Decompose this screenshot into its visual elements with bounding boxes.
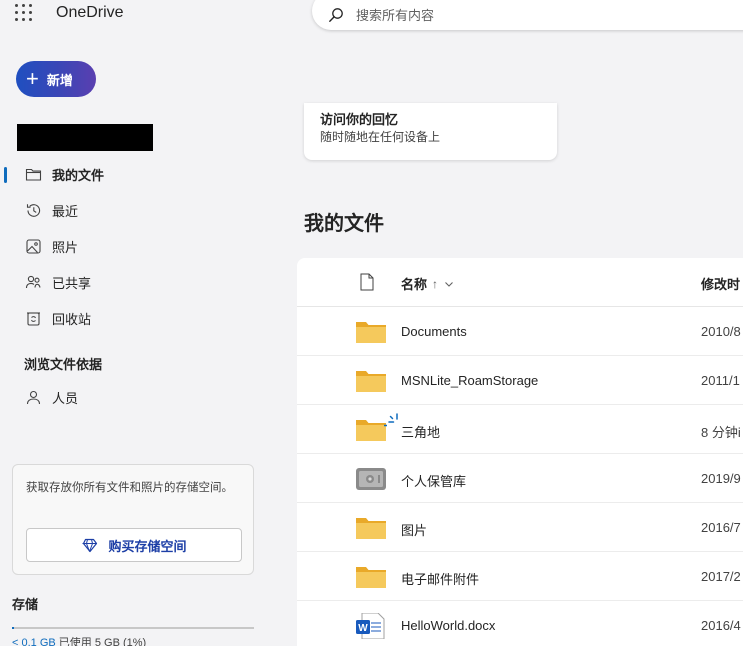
word-doc-icon: W bbox=[356, 613, 385, 639]
file-row[interactable]: 三角地 8 分钟i bbox=[297, 405, 743, 454]
folder-icon bbox=[356, 567, 386, 588]
app-launcher-icon[interactable] bbox=[15, 4, 33, 22]
column-header-modified[interactable]: 修改时 bbox=[701, 274, 740, 293]
file-modified: 2019/9 bbox=[701, 471, 741, 486]
file-modified: 2017/2 bbox=[701, 569, 741, 584]
storage-used-text[interactable]: < 0.1 GB 已使用 5 GB (1%) bbox=[12, 634, 146, 646]
file-modified: 2010/8 bbox=[701, 324, 741, 339]
folder-icon bbox=[356, 322, 386, 343]
file-modified: 2016/7 bbox=[701, 520, 741, 535]
browse-section-title: 浏览文件依据 bbox=[24, 357, 103, 372]
search-box[interactable] bbox=[312, 0, 743, 30]
new-button-label: 新增 bbox=[46, 72, 73, 88]
file-name[interactable]: Documents bbox=[401, 324, 467, 339]
file-list-header: 名称 ↑ 修改时 bbox=[297, 258, 743, 307]
new-button[interactable]: + 新增 bbox=[16, 61, 96, 97]
recycle-bin-icon bbox=[27, 311, 40, 326]
image-icon bbox=[26, 238, 41, 254]
vault-icon bbox=[356, 468, 386, 490]
page-title: 我的文件 bbox=[304, 213, 384, 235]
buy-storage-label: 购买存储空间 bbox=[108, 538, 187, 554]
storage-title: 存储 bbox=[12, 597, 39, 612]
file-modified: 8 分钟i bbox=[701, 425, 741, 440]
file-modified: 2011/1 bbox=[701, 373, 740, 388]
people-share-icon bbox=[25, 275, 41, 288]
file-modified: 2016/4 bbox=[701, 618, 741, 633]
folder-syncing-icon bbox=[356, 420, 387, 441]
plus-icon: + bbox=[26, 66, 39, 91]
diamond-icon bbox=[82, 538, 98, 552]
storage-promo-text: 获取存放你所有文件和照片的存储空间。 bbox=[26, 482, 233, 494]
folder-icon bbox=[356, 371, 386, 392]
memories-card[interactable]: 访问你的回忆 随时随地在任何设备上 bbox=[304, 103, 557, 160]
folder-icon bbox=[356, 518, 386, 539]
storage-promo-card: 获取存放你所有文件和照片的存储空间。 购买存储空间 bbox=[12, 464, 254, 575]
sidebar-item-label: 照片 bbox=[52, 239, 79, 255]
redacted-account-name bbox=[17, 124, 153, 151]
file-name[interactable]: 个人保管库 bbox=[401, 471, 466, 490]
storage-progress-bar bbox=[12, 627, 254, 629]
file-row[interactable]: Documents 2010/8 bbox=[297, 307, 743, 356]
svg-text:W: W bbox=[358, 623, 368, 634]
sidebar-item-label: 我的文件 bbox=[52, 167, 105, 183]
storage-used-total: 已使用 5 GB (1%) bbox=[58, 637, 147, 646]
file-name[interactable]: 图片 bbox=[401, 520, 427, 539]
sidebar-item-my-files[interactable]: 我的文件 bbox=[0, 156, 270, 192]
sidebar-item-label: 人员 bbox=[52, 390, 79, 406]
file-name[interactable]: HelloWorld.docx bbox=[401, 618, 495, 633]
sidebar-nav: 我的文件 最近 照片 已共享 回收站 bbox=[0, 156, 270, 336]
file-list: 名称 ↑ 修改时 Documents 2010/8 MSNLite_RoamSt… bbox=[297, 258, 743, 646]
file-row[interactable]: 图片 2016/7 bbox=[297, 503, 743, 552]
file-row[interactable]: 个人保管库 2019/9 bbox=[297, 454, 743, 503]
column-header-name[interactable]: 名称 ↑ bbox=[401, 274, 454, 293]
sidebar-item-photos[interactable]: 照片 bbox=[0, 228, 270, 264]
search-icon bbox=[329, 8, 343, 22]
column-name-label: 名称 bbox=[401, 277, 428, 292]
sync-icon bbox=[388, 413, 398, 423]
history-icon bbox=[26, 203, 41, 217]
sidebar-item-label: 回收站 bbox=[52, 311, 92, 327]
sidebar-item-shared[interactable]: 已共享 bbox=[0, 264, 270, 300]
sort-ascending-icon: ↑ bbox=[432, 276, 439, 291]
sidebar-item-label: 已共享 bbox=[52, 275, 92, 291]
file-row[interactable]: MSNLite_RoamStorage 2011/1 bbox=[297, 356, 743, 405]
file-row[interactable]: W HelloWorld.docx 2016/4 bbox=[297, 601, 743, 646]
app-title[interactable]: OneDrive bbox=[56, 4, 124, 22]
memories-subtitle: 随时随地在任何设备上 bbox=[320, 130, 441, 144]
sidebar-item-recycle-bin[interactable]: 回收站 bbox=[0, 300, 270, 336]
memories-title: 访问你的回忆 bbox=[320, 112, 399, 127]
person-icon bbox=[26, 390, 41, 404]
file-type-icon[interactable] bbox=[360, 273, 374, 291]
file-name[interactable]: 电子邮件附件 bbox=[401, 569, 479, 588]
sidebar-item-people[interactable]: 人员 bbox=[0, 379, 270, 415]
storage-used-amount[interactable]: < 0.1 GB bbox=[12, 637, 56, 646]
sidebar-item-label: 最近 bbox=[52, 203, 79, 219]
chevron-down-icon bbox=[445, 281, 453, 287]
file-row[interactable]: 电子邮件附件 2017/2 bbox=[297, 552, 743, 601]
file-name[interactable]: 三角地 bbox=[401, 422, 440, 441]
buy-storage-button[interactable]: 购买存储空间 bbox=[26, 528, 242, 562]
search-input[interactable] bbox=[356, 7, 656, 23]
sidebar-item-recent[interactable]: 最近 bbox=[0, 192, 270, 228]
folder-icon bbox=[25, 168, 42, 181]
file-name[interactable]: MSNLite_RoamStorage bbox=[401, 373, 538, 388]
storage-progress-fill bbox=[12, 627, 15, 629]
